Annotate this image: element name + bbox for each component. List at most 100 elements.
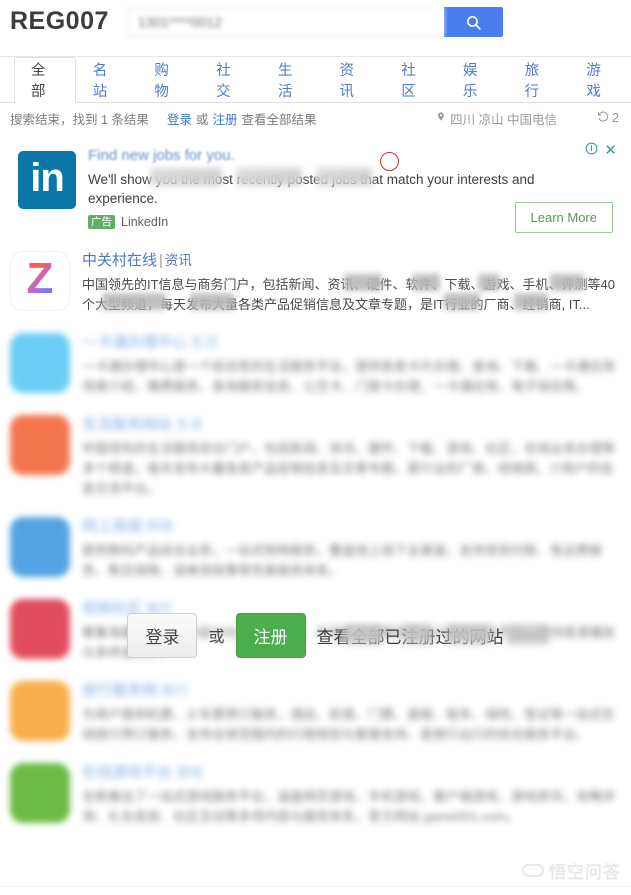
result-item-locked[interactable]: 在线游戏平台 游戏 全新推出了一站式游戏服务平台，涵盖网页游戏、手机游戏、客户端… bbox=[10, 753, 621, 835]
result-title-text: 生活服务网站 bbox=[82, 416, 173, 433]
result-description: 中国领先的IT信息与商务门户，包括新闻、资讯、硬件、软件、下载、游戏、手机、评测… bbox=[82, 274, 621, 315]
result-description: 中国领先的生活服务综合门户，包括新闻、资讯、硬件、下载、游戏、社区、在线业务办理… bbox=[82, 441, 616, 496]
tab-label: 资讯 bbox=[339, 63, 355, 100]
zol-logo-letter: Z bbox=[26, 254, 54, 303]
learn-more-button[interactable]: Learn More bbox=[514, 202, 613, 233]
tab-community[interactable]: 社区 bbox=[384, 57, 446, 102]
result-category: 资讯 bbox=[164, 253, 192, 268]
redaction-block bbox=[514, 293, 548, 310]
result-body: 网上商城 购物 提供数码产品综合业务，一站式购物服务，覆盖线上线下全渠道，支持货… bbox=[82, 515, 621, 581]
app-icon bbox=[10, 763, 70, 823]
category-tabs: 全部 名站 购物 社交 生活 资讯 社区 娱乐 旅行 游戏 bbox=[0, 57, 631, 103]
status-right: 四川 凉山 中国电信 2 bbox=[436, 109, 619, 128]
ad-content: Find new jobs for you. We'll show you th… bbox=[88, 147, 613, 233]
result-title[interactable]: 旅行服务网 旅行 bbox=[82, 679, 621, 700]
login-prompt-overlay: 登录 或 注册 查看全部已注册过的网站 bbox=[0, 604, 631, 666]
result-item-locked[interactable]: 一卡通办理中心 生活 一卡通办理中心是一个综合性的生活服务平台，提供各类卡片办理… bbox=[10, 323, 621, 405]
login-link[interactable]: 登录 bbox=[167, 109, 192, 128]
tab-social[interactable]: 社交 bbox=[199, 57, 261, 102]
tab-games[interactable]: 游戏 bbox=[569, 57, 631, 102]
result-category: 生活 bbox=[187, 335, 218, 350]
result-description: 全新推出了一站式游戏服务平台，涵盖网页游戏、手机游戏、客户端游戏、游戏资讯、攻略… bbox=[82, 789, 616, 824]
result-description: 为用户提供机票、火车票预订服务，酒店、民宿、门票、度假、租车、保险、签证等一站式… bbox=[82, 707, 616, 742]
tab-life[interactable]: 生活 bbox=[261, 57, 323, 102]
tab-label: 社交 bbox=[216, 63, 231, 100]
tab-entertainment[interactable]: 娱乐 bbox=[446, 57, 508, 102]
redaction-block bbox=[344, 274, 382, 291]
ad-brand: LinkedIn bbox=[121, 215, 169, 229]
result-item-locked[interactable]: 旅行服务网 旅行 为用户提供机票、火车票预订服务，酒店、民宿、门票、度假、租车、… bbox=[10, 671, 621, 753]
tab-famous-sites[interactable]: 名站 bbox=[76, 57, 138, 102]
tab-label: 全部 bbox=[31, 63, 46, 100]
result-title[interactable]: 生活服务网站 生活 bbox=[82, 413, 621, 434]
tab-label: 社区 bbox=[401, 63, 416, 100]
result-title[interactable]: 在线游戏平台 游戏 bbox=[82, 761, 621, 782]
watermark-text: 悟空问答 bbox=[549, 863, 621, 882]
tab-label: 名站 bbox=[92, 63, 108, 100]
tab-travel[interactable]: 旅行 bbox=[508, 57, 570, 102]
or-text: 或 bbox=[195, 112, 209, 127]
advertisement-card[interactable]: in Find new jobs for you. We'll show you… bbox=[10, 137, 621, 241]
result-item-zol[interactable]: Z 中关村在线|资讯 中国领先的IT信息与商务门户，包括新闻、资讯、硬件、软件、… bbox=[10, 241, 621, 323]
result-item-locked[interactable]: 网上商城 购物 提供数码产品综合业务，一站式购物服务，覆盖线上线下全渠道，支持货… bbox=[10, 507, 621, 589]
result-title-separator: | bbox=[159, 252, 163, 269]
close-icon[interactable]: ✕ bbox=[604, 141, 617, 159]
linkedin-logo-icon: in bbox=[18, 151, 76, 209]
redaction-block bbox=[412, 274, 440, 291]
register-link[interactable]: 注册 bbox=[212, 109, 237, 128]
result-title[interactable]: 一卡通办理中心 生活 bbox=[82, 331, 621, 352]
linkedin-logo-text: in bbox=[30, 156, 65, 200]
tab-label: 生活 bbox=[277, 63, 293, 100]
redaction-block bbox=[150, 168, 222, 186]
result-description: 提供数码产品综合业务，一站式购物服务，覆盖线上线下全渠道，支持货到付款、免运费服… bbox=[82, 543, 603, 578]
red-circle-annotation bbox=[380, 152, 399, 171]
result-body: 中关村在线|资讯 中国领先的IT信息与商务门户，包括新闻、资讯、硬件、软件、下载… bbox=[82, 249, 621, 315]
tab-shopping[interactable]: 购物 bbox=[137, 57, 199, 102]
site-logo: REG007 bbox=[10, 7, 109, 35]
search-input[interactable] bbox=[126, 7, 444, 37]
search-history-counter[interactable]: 2 bbox=[597, 111, 619, 126]
login-button[interactable]: 登录 bbox=[127, 612, 198, 658]
app-icon bbox=[10, 415, 70, 475]
redaction-block bbox=[236, 168, 302, 186]
info-circle-icon[interactable] bbox=[585, 142, 598, 158]
history-count: 2 bbox=[612, 111, 619, 125]
map-pin-icon bbox=[436, 110, 446, 126]
tab-all[interactable]: 全部 bbox=[14, 57, 76, 103]
search-button[interactable] bbox=[443, 7, 503, 37]
result-title-text: 网上商城 bbox=[82, 518, 143, 535]
redaction-block bbox=[444, 293, 480, 310]
app-icon bbox=[10, 681, 70, 741]
result-body: 在线游戏平台 游戏 全新推出了一站式游戏服务平台，涵盖网页游戏、手机游戏、客户端… bbox=[82, 761, 621, 827]
tab-label: 娱乐 bbox=[462, 63, 478, 100]
location-text: 四川 凉山 中国电信 bbox=[450, 112, 558, 127]
ad-badge: 广告 bbox=[88, 215, 115, 229]
result-count-text: 搜索结束，找到 1 条结果 bbox=[10, 112, 149, 127]
register-button[interactable]: 注册 bbox=[235, 612, 306, 658]
result-item-locked[interactable]: 生活服务网站 生活 中国领先的生活服务综合门户，包括新闻、资讯、硬件、下载、游戏… bbox=[10, 405, 621, 507]
result-title[interactable]: 中关村在线 | 资讯 bbox=[82, 249, 621, 270]
result-body: 旅行服务网 旅行 为用户提供机票、火车票预订服务，酒店、民宿、门票、度假、租车、… bbox=[82, 679, 621, 745]
bottom-divider bbox=[0, 886, 631, 887]
status-bar: 搜索结束，找到 1 条结果 登录 或 注册 查看全部结果 四川 凉山 中国电信 … bbox=[0, 103, 631, 133]
redaction-block bbox=[190, 293, 234, 310]
ad-headline[interactable]: Find new jobs for you. bbox=[88, 147, 613, 164]
tab-news[interactable]: 资讯 bbox=[323, 57, 385, 102]
redaction-block bbox=[550, 274, 584, 291]
redaction-block bbox=[102, 293, 166, 310]
search-icon bbox=[465, 14, 482, 31]
result-title-text: 旅行服务网 bbox=[82, 682, 158, 699]
tab-label: 旅行 bbox=[524, 63, 540, 100]
history-icon bbox=[597, 111, 609, 126]
redaction-block bbox=[506, 624, 549, 644]
redaction-block bbox=[446, 624, 491, 644]
result-title-text: 一卡通办理中心 bbox=[82, 334, 188, 351]
tab-label: 购物 bbox=[154, 63, 169, 100]
watermark: 悟空问答 bbox=[522, 858, 621, 883]
overlay-or-text: 或 bbox=[208, 629, 225, 646]
result-title[interactable]: 网上商城 购物 bbox=[82, 515, 621, 536]
result-description: 一卡通办理中心是一个综合性的生活服务平台，提供各类卡片办理、查询、下载、一卡通应… bbox=[82, 359, 616, 394]
result-category: 购物 bbox=[142, 519, 173, 534]
search-bar bbox=[126, 7, 503, 37]
overlay-message: 查看全部已注册过的网站 bbox=[317, 623, 549, 648]
